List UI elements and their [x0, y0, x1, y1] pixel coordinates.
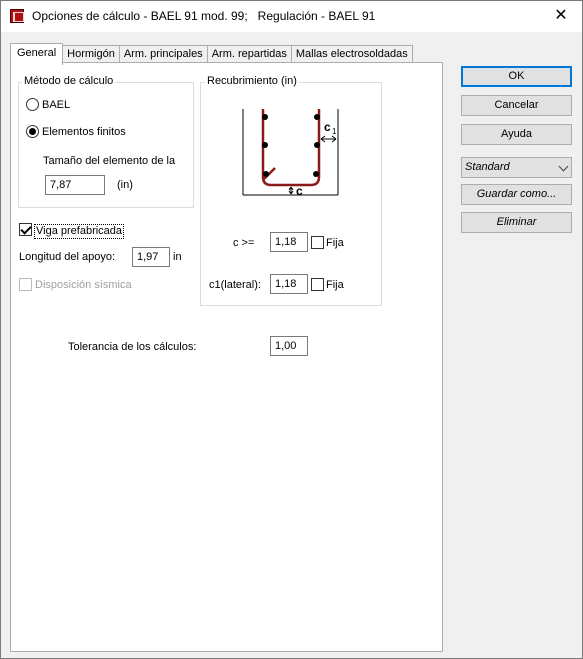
- c-label: c >=: [233, 237, 255, 249]
- calc-method-title: Método de cálculo: [22, 75, 116, 88]
- stirrup-shape: [261, 109, 321, 187]
- prefab-beam-label[interactable]: Viga prefabricada: [34, 224, 125, 239]
- preset-select-value: Standard: [465, 161, 510, 173]
- element-size-label: Tamaño del elemento de la: [43, 155, 176, 167]
- tab-strip: General Hormigón Arm. principales Arm. r…: [10, 43, 413, 65]
- c1-fixed-checkbox[interactable]: [311, 278, 324, 291]
- rebar-bottom-left: [263, 171, 269, 177]
- cover-title: Recubrimiento (in): [205, 75, 299, 88]
- tab-general[interactable]: General: [10, 43, 64, 65]
- window-title: Opciones de cálculo - BAEL 91 mod. 99; R…: [32, 9, 376, 23]
- c1-fixed-label[interactable]: Fija: [326, 279, 344, 292]
- element-size-unit: (in): [117, 179, 133, 191]
- seismic-label: Disposición sísmica: [35, 279, 132, 291]
- seismic-checkbox[interactable]: [19, 278, 32, 291]
- prefab-beam-checkbox[interactable]: [19, 223, 32, 236]
- rebar-top-left: [262, 114, 268, 120]
- title-bar: Opciones de cálculo - BAEL 91 mod. 99; R…: [1, 1, 582, 32]
- preset-select[interactable]: Standard: [461, 157, 572, 178]
- support-length-label: Longitud del apoyo:: [19, 251, 116, 263]
- help-button[interactable]: Ayuda: [461, 124, 572, 145]
- c-fixed-checkbox[interactable]: [311, 236, 324, 249]
- c1-input[interactable]: 1,18: [270, 274, 308, 294]
- element-size-input[interactable]: 7,87: [45, 175, 105, 195]
- chevron-down-icon: [558, 161, 569, 172]
- c1-diagram-sub: 1: [332, 127, 337, 136]
- cancel-button[interactable]: Cancelar: [461, 95, 572, 116]
- radio-bael-label[interactable]: BAEL: [42, 99, 70, 112]
- ok-button[interactable]: OK: [461, 66, 572, 87]
- support-length-input[interactable]: 1,97: [132, 247, 170, 267]
- support-length-unit: in: [173, 251, 182, 263]
- radio-elementos-finitos[interactable]: [26, 125, 39, 138]
- radio-bael[interactable]: [26, 98, 39, 111]
- save-as-button[interactable]: Guardar como...: [461, 184, 572, 205]
- close-icon[interactable]: ✕: [552, 7, 570, 25]
- c-diagram-label: c: [296, 184, 303, 198]
- rebar-mid-right: [314, 142, 320, 148]
- c1-diagram-label: c: [324, 120, 331, 134]
- tolerance-input[interactable]: 1,00: [270, 336, 308, 356]
- cover-diagram: c 1 c: [242, 109, 339, 198]
- c-fixed-label[interactable]: Fija: [326, 237, 344, 250]
- delete-button[interactable]: Eliminar: [461, 212, 572, 233]
- dialog-window: Opciones de cálculo - BAEL 91 mod. 99; R…: [0, 0, 583, 659]
- c1-label: c1(lateral):: [209, 279, 261, 291]
- rebar-bottom-right: [313, 171, 319, 177]
- rebar-top-right: [314, 114, 320, 120]
- rebar-mid-left: [262, 142, 268, 148]
- tab-panel-general: Método de cálculo BAEL Elementos finitos…: [10, 62, 443, 652]
- tolerance-label: Tolerancia de los cálculos:: [68, 341, 197, 353]
- c-input[interactable]: 1,18: [270, 232, 308, 252]
- radio-elementos-finitos-label[interactable]: Elementos finitos: [42, 126, 126, 139]
- app-icon: [10, 9, 24, 23]
